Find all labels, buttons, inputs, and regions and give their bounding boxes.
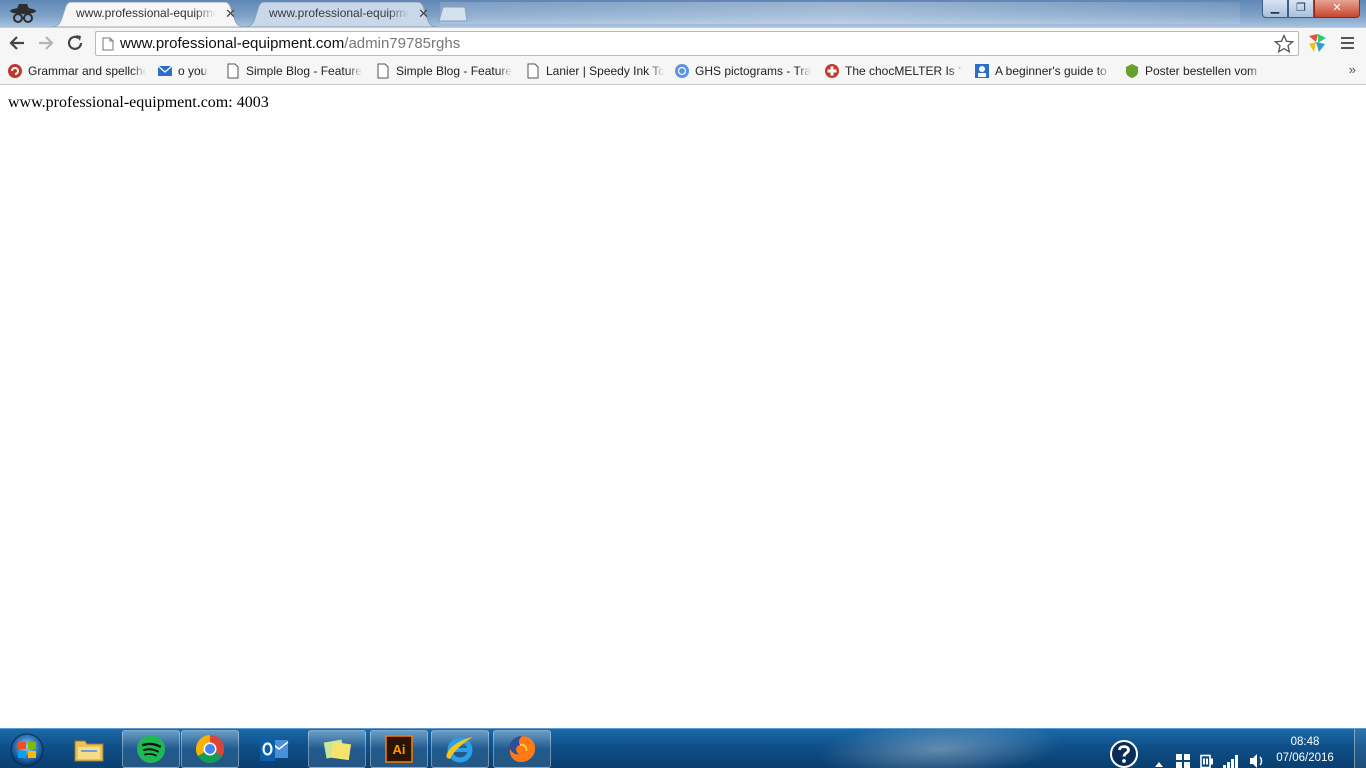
page-icon: [227, 63, 239, 79]
extension-icon[interactable]: [1306, 32, 1328, 54]
internet-explorer-icon: [446, 737, 473, 763]
guide-icon: [975, 64, 989, 78]
page-icon: [527, 63, 539, 79]
new-tab-button[interactable]: [437, 6, 469, 22]
shield-green-icon: [1126, 64, 1138, 78]
file-explorer-button[interactable]: [60, 730, 118, 768]
swiss-icon: [825, 64, 839, 78]
sticky-notes-button[interactable]: [308, 730, 366, 768]
page-text: www.professional-equipment.com: 4003: [8, 94, 269, 111]
spotify-icon: [137, 735, 165, 763]
bookmark-label: A beginner's guide to: [995, 64, 1107, 78]
show-desktop-button[interactable]: [1354, 729, 1366, 768]
close-button[interactable]: ✕: [1314, 0, 1360, 18]
outlook-icon: [260, 737, 289, 761]
tab-inactive[interactable]: www.professional-equipment.com ✕: [243, 2, 439, 27]
forward-button[interactable]: [35, 32, 57, 54]
browser-title-bar: www.professional-equipment.com/admin7978…: [0, 0, 1366, 27]
bookmark-label: Lanier | Speedy Ink To: [546, 64, 664, 78]
bookmark-label: The chocMELTER Is "F: [845, 64, 963, 78]
url-path: /admin79785rghs: [344, 35, 461, 52]
menu-icon[interactable]: [1340, 36, 1356, 50]
tab-title: www.professional-equipment.com: [269, 6, 409, 20]
mail-icon: [157, 65, 173, 76]
incognito-icon: [10, 4, 36, 23]
url-domain: www.professional-equipment.com: [120, 35, 345, 52]
file-explorer-icon: [74, 740, 104, 762]
internet-explorer-button[interactable]: [431, 730, 489, 768]
reload-button[interactable]: [64, 32, 86, 54]
illustrator-label: Ai: [393, 742, 406, 757]
illustrator-button[interactable]: Ai: [370, 730, 428, 768]
tab-active[interactable]: www.professional-equipment.com/admin7978…: [50, 2, 246, 27]
grammar-icon: [8, 64, 22, 78]
firefox-button[interactable]: [493, 730, 551, 768]
tab-close-icon[interactable]: ✕: [418, 2, 429, 25]
chrome-icon: [196, 735, 224, 763]
power-plug-icon[interactable]: [1199, 741, 1215, 768]
bookmark-label: Poster bestellen vom: [1145, 64, 1258, 78]
page-icon: [102, 37, 114, 51]
bookmark-item[interactable]: Grammar and spellche: [7, 62, 147, 80]
background-tabs-blur: [440, 2, 1240, 24]
bookmark-label: Grammar and spellche: [28, 64, 146, 78]
bookmark-item[interactable]: o you: [157, 62, 217, 80]
maximize-button[interactable]: ❐: [1288, 0, 1314, 18]
un-icon: [675, 64, 689, 78]
page-icon: [377, 63, 389, 79]
bookmarks-bar: Grammar and spellche o you Simple Blog -…: [0, 58, 1366, 85]
illustrator-icon: Ai: [385, 735, 413, 763]
browser-toolbar: www.professional-equipment.com/admin7978…: [0, 27, 1366, 58]
minimize-button[interactable]: ▁: [1262, 0, 1288, 18]
signal-strength-icon[interactable]: [1222, 741, 1240, 768]
start-button[interactable]: [4, 730, 50, 768]
volume-icon[interactable]: [1248, 741, 1266, 768]
bookmark-item[interactable]: Poster bestellen vom: [1124, 62, 1264, 80]
tray-expand-icon[interactable]: [1154, 744, 1164, 768]
outlook-button[interactable]: [245, 730, 303, 768]
windows-taskbar: Ai 08:48 07/06/2016: [0, 728, 1366, 768]
tab-title: www.professional-equipment.com/admin7978…: [76, 6, 216, 20]
window-controls: ▁ ❐ ✕: [1262, 0, 1360, 18]
windows-flag-icon[interactable]: [1175, 741, 1191, 768]
clock-time: 08:48: [1290, 736, 1320, 748]
page-content: www.professional-equipment.com: 4003: [0, 86, 1366, 728]
bookmark-item[interactable]: Lanier | Speedy Ink To: [525, 62, 665, 80]
bookmark-item[interactable]: Simple Blog - Feature: [375, 62, 515, 80]
help-icon[interactable]: [1108, 734, 1140, 768]
bookmark-item[interactable]: The chocMELTER Is "F: [824, 62, 964, 80]
bookmark-item[interactable]: Simple Blog - Feature: [225, 62, 365, 80]
firefox-icon: [509, 736, 536, 762]
address-url: www.professional-equipment.com/admin7978…: [120, 32, 460, 55]
bookmark-item[interactable]: GHS pictograms - Tra: [674, 62, 814, 80]
spotify-button[interactable]: [122, 730, 180, 768]
back-button[interactable]: [6, 32, 28, 54]
bookmark-label: GHS pictograms - Tra: [695, 64, 811, 78]
bookmark-label: Simple Blog - Feature: [246, 64, 362, 78]
bookmark-label: o you: [178, 64, 208, 78]
taskbar-glow: [794, 729, 1086, 768]
bookmark-label: Simple Blog - Feature: [396, 64, 512, 78]
chrome-button[interactable]: [181, 730, 239, 768]
address-bar[interactable]: www.professional-equipment.com/admin7978…: [95, 31, 1299, 56]
bookmark-item[interactable]: A beginner's guide to: [974, 62, 1114, 80]
bookmark-star-icon[interactable]: [1274, 34, 1294, 54]
clock-date: 07/06/2016: [1276, 752, 1334, 764]
sticky-notes-icon: [323, 739, 352, 761]
tab-close-icon[interactable]: ✕: [225, 2, 236, 25]
system-clock[interactable]: 08:48 07/06/2016: [1270, 734, 1340, 766]
bookmarks-overflow-button[interactable]: »: [1349, 62, 1356, 77]
